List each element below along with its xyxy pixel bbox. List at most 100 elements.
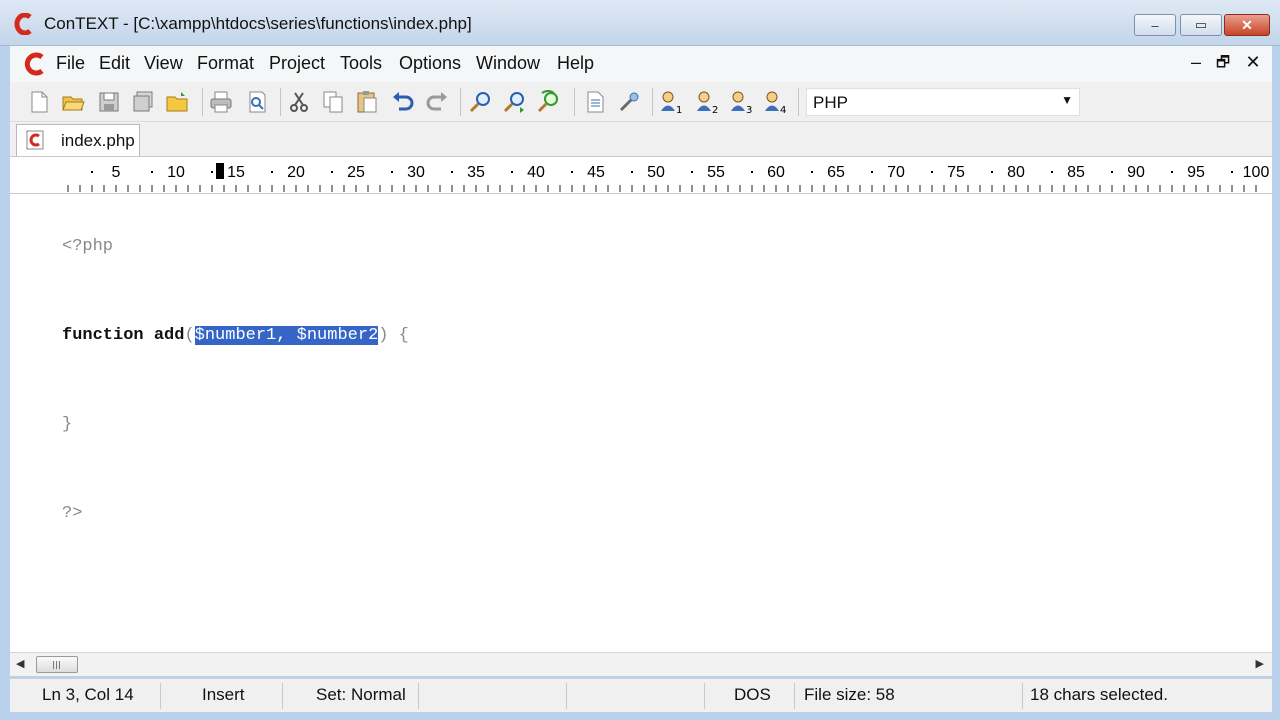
toolbar-separator [652, 88, 653, 116]
ruler-tick [283, 185, 285, 192]
print-preview-icon[interactable] [244, 89, 270, 115]
ruler-tick [667, 185, 669, 192]
user-command-1-icon[interactable]: 1 [658, 89, 684, 115]
replace-icon[interactable] [536, 89, 562, 115]
highlighter-select[interactable]: PHP ▼ [806, 88, 1080, 116]
ruler-tick [307, 185, 309, 192]
ruler-tick [1075, 185, 1077, 192]
ruler-label: 15 [227, 164, 245, 181]
chevron-down-icon[interactable]: ▼ [1061, 93, 1073, 107]
menu-view[interactable]: View [144, 53, 183, 74]
window-title: ConTEXT - [C:\xampp\htdocs\series\functi… [44, 14, 472, 33]
menu-format[interactable]: Format [197, 53, 254, 74]
ruler-tick [943, 185, 945, 192]
ruler-tick [1231, 185, 1233, 192]
ruler-tick [247, 185, 249, 192]
open-folder-icon[interactable] [164, 89, 190, 115]
context-logo-icon [14, 13, 32, 35]
svg-text:3: 3 [746, 105, 752, 115]
ruler-tick [1015, 185, 1017, 192]
undo-icon[interactable] [390, 89, 416, 115]
scroll-right-icon[interactable]: ▶ [1256, 657, 1264, 670]
ruler-tick [991, 185, 993, 192]
ruler-tick [1159, 185, 1161, 192]
ruler-dot [271, 171, 273, 173]
ruler: 5 10 15 20 25 30 35 40 45 50 55 60 65 70 75 80 85 90 95 100 [10, 156, 1272, 194]
ruler-tick [103, 185, 105, 192]
maximize-icon: ▭ [1194, 17, 1208, 32]
ruler-tick [763, 185, 765, 192]
ruler-label: 60 [767, 164, 785, 181]
ruler-tick [259, 185, 261, 192]
save-icon[interactable] [96, 89, 122, 115]
ruler-dot [1051, 171, 1053, 173]
ruler-label: 100 [1243, 164, 1270, 181]
function-name: add [143, 326, 185, 345]
ruler-tick [319, 185, 321, 192]
tab-bar: index.php [10, 122, 1272, 156]
document-logo-icon [24, 52, 44, 76]
ruler-tick [979, 185, 981, 192]
ruler-tick [703, 185, 705, 192]
selection-count: 18 chars selected. [1030, 685, 1168, 704]
menu-file[interactable]: File [56, 53, 85, 74]
menu-options[interactable]: Options [399, 53, 461, 74]
ruler-tick [211, 185, 213, 192]
editor-gutter[interactable] [10, 194, 58, 652]
scroll-left-icon[interactable]: ◀ [16, 657, 24, 670]
menu-tools[interactable]: Tools [340, 53, 382, 74]
close-button[interactable]: ✕ [1224, 14, 1270, 36]
find-next-icon[interactable] [502, 89, 528, 115]
ruler-label: 85 [1067, 164, 1085, 181]
close-paren-brace: ) { [378, 326, 409, 345]
tab-index-php[interactable]: index.php [16, 124, 140, 156]
document-close-button[interactable]: ✕ [1243, 52, 1263, 73]
ruler-cursor-marker [216, 163, 224, 179]
new-file-icon[interactable] [26, 89, 52, 115]
tools-icon[interactable] [616, 89, 642, 115]
user-command-4-icon[interactable]: 4 [762, 89, 788, 115]
code-text[interactable]: <?php function add($number1, $number2) {… [62, 198, 409, 592]
cursor-position: Ln 3, Col 14 [42, 685, 134, 704]
ruler-tick [115, 185, 117, 192]
ruler-tick [355, 185, 357, 192]
code-line-3[interactable]: } [62, 414, 409, 465]
maximize-button[interactable]: ▭ [1180, 14, 1222, 36]
code-line-2[interactable]: function add($number1, $number2) { [62, 325, 409, 376]
scrollbar-thumb[interactable] [36, 656, 78, 673]
menu-project[interactable]: Project [269, 53, 325, 74]
ruler-tick [1219, 185, 1221, 192]
minimize-button[interactable]: – [1134, 14, 1176, 36]
redo-icon[interactable] [424, 89, 450, 115]
document-restore-button[interactable]: 🗗 [1213, 52, 1233, 77]
user-command-3-icon[interactable]: 3 [728, 89, 754, 115]
php-file-icon [26, 130, 44, 150]
ruler-tick [1135, 185, 1137, 192]
ruler-label: 20 [287, 164, 305, 181]
code-editor[interactable]: <?php function add($number1, $number2) {… [10, 194, 1272, 652]
menu-bar: File Edit View Format Project Tools Opti… [10, 46, 1272, 82]
save-all-icon[interactable] [130, 89, 156, 115]
menu-edit[interactable]: Edit [99, 53, 130, 74]
print-icon[interactable] [208, 89, 234, 115]
ruler-tick [79, 185, 81, 192]
find-icon[interactable] [468, 89, 494, 115]
ruler-tick [1027, 185, 1029, 192]
code-line-1[interactable]: <?php [62, 236, 409, 287]
paste-icon[interactable] [354, 89, 380, 115]
copy-icon[interactable] [320, 89, 346, 115]
ruler-tick [619, 185, 621, 192]
ruler-tick [367, 185, 369, 192]
cut-icon[interactable] [286, 89, 312, 115]
ruler-label: 50 [647, 164, 665, 181]
ruler-tick [787, 185, 789, 192]
open-file-icon[interactable] [60, 89, 86, 115]
horizontal-scrollbar[interactable]: ◀ ▶ [10, 652, 1272, 676]
menu-help[interactable]: Help [557, 53, 594, 74]
user-command-2-icon[interactable]: 2 [694, 89, 720, 115]
menu-window[interactable]: Window [476, 53, 540, 74]
ruler-dot [1111, 171, 1113, 173]
code-line-4[interactable]: ?> [62, 503, 409, 554]
document-minimize-button[interactable]: – [1186, 52, 1206, 73]
document-properties-icon[interactable] [582, 89, 608, 115]
